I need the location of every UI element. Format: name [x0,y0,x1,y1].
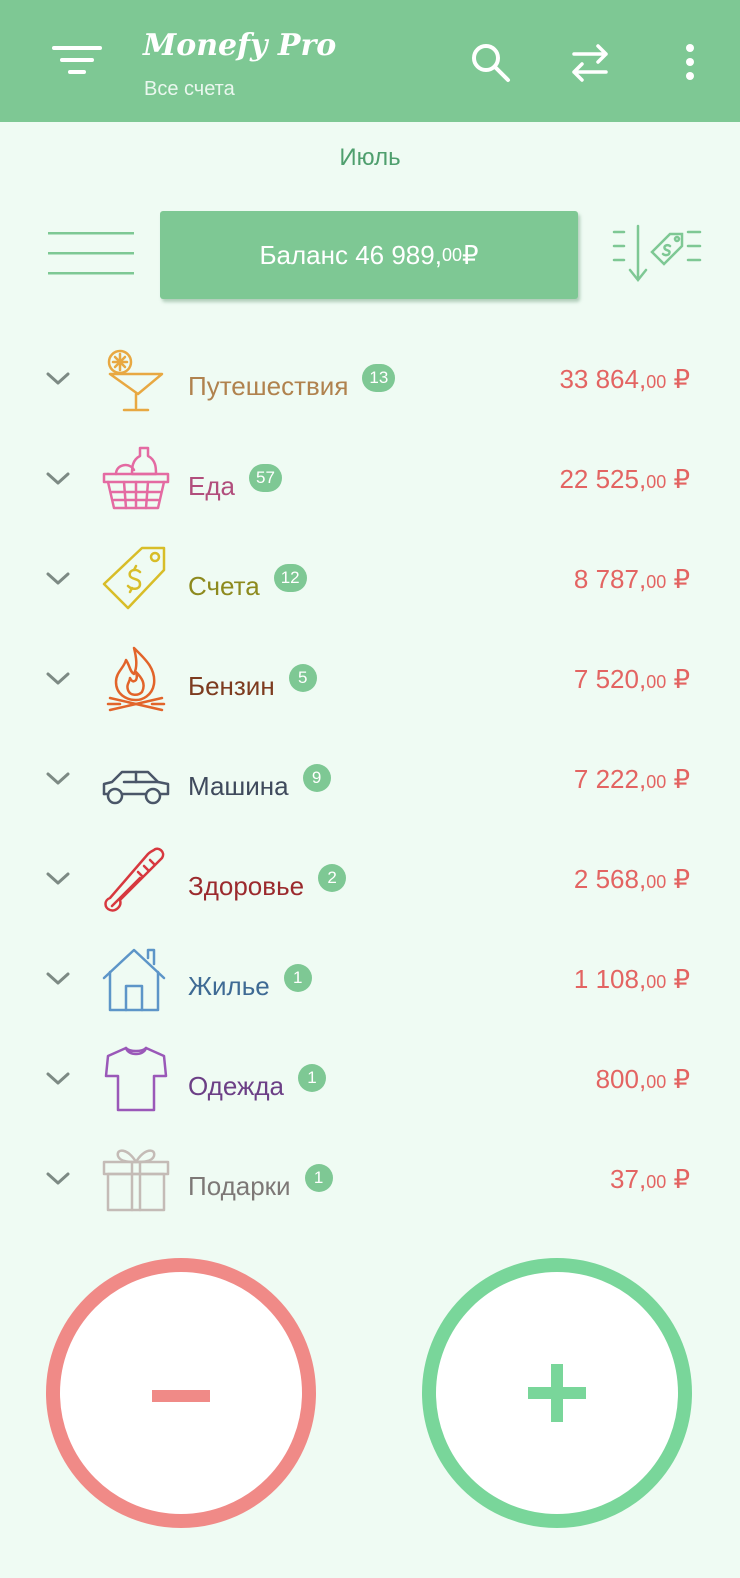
chevron-down-icon[interactable] [44,866,72,890]
house-icon [102,948,166,1012]
transaction-count-badge: 1 [283,964,312,992]
category-row-housing[interactable]: Жилье 1 1 108,00 ₽ [0,928,740,1028]
category-amount: 33 864,00 ₽ [559,364,690,394]
transaction-count-badge: 57 [248,464,282,492]
minus-icon [152,1390,210,1402]
price-tag-icon [102,546,166,610]
thermometer-icon [104,847,165,912]
category-row-health[interactable]: Здоровье 2 2 568,00 ₽ [0,828,740,928]
category-row-fuel[interactable]: Бензин 5 7 520,00 ₽ [0,628,740,728]
chevron-down-icon[interactable] [44,766,72,790]
category-amount: 7 222,00 ₽ [573,764,690,794]
balance-currency: ₽ [461,239,479,270]
gift-icon [102,1149,170,1212]
food-basket-icon [102,446,170,510]
balance-button[interactable]: Баланс 46 989, 00 ₽ [160,211,578,299]
transaction-count-badge: 1 [304,1164,333,1192]
category-name: Машина 9 [188,764,331,802]
search-icon[interactable] [466,38,514,86]
view-toggle-icon[interactable] [48,228,134,278]
category-amount: 8 787,00 ₽ [573,564,690,594]
filter-menu-icon[interactable] [50,40,106,80]
category-name: Еда 57 [188,464,282,502]
transaction-count-badge: 5 [288,664,317,692]
category-amount: 22 525,00 ₽ [559,464,690,494]
category-name: Жилье 1 [188,964,312,1002]
category-name: Подарки 1 [188,1164,333,1202]
period-label[interactable]: Июль [0,144,740,172]
sort-price-tag-icon[interactable] [612,222,702,286]
more-options-icon[interactable] [666,38,714,86]
app-bar: Monefy Pro Все счета [0,0,740,122]
category-row-food[interactable]: Еда 57 22 525,00 ₽ [0,428,740,528]
transaction-count-badge: 9 [302,764,331,792]
transaction-count-badge: 1 [298,1064,327,1092]
chevron-down-icon[interactable] [44,1066,72,1090]
chevron-down-icon[interactable] [44,466,72,490]
flame-icon [106,646,166,712]
category-name: Одежда 1 [188,1064,327,1102]
category-row-clothes[interactable]: Одежда 1 800,00 ₽ [0,1028,740,1128]
tshirt-icon [104,1046,168,1112]
category-amount: 800,00 ₽ [595,1064,690,1094]
cocktail-icon [107,349,164,412]
car-icon [102,770,170,805]
category-amount: 2 568,00 ₽ [573,864,690,894]
account-selector[interactable]: Все счета [144,78,235,101]
category-amount: 37,00 ₽ [610,1164,690,1194]
add-expense-button[interactable] [46,1258,316,1528]
category-amount: 7 520,00 ₽ [573,664,690,694]
balance-label: Баланс 46 989, [259,239,442,270]
chevron-down-icon[interactable] [44,666,72,690]
category-name: Счета 12 [188,564,307,602]
transfer-icon[interactable] [566,38,614,86]
transaction-count-badge: 2 [318,864,347,892]
chevron-down-icon[interactable] [44,566,72,590]
category-name: Бензин 5 [188,664,317,702]
app-title: Monefy Pro [143,28,337,63]
add-income-button[interactable] [422,1258,692,1528]
category-row-car[interactable]: Машина 9 7 222,00 ₽ [0,728,740,828]
category-name: Здоровье 2 [188,864,347,902]
chevron-down-icon[interactable] [44,366,72,390]
category-row-travel[interactable]: Путешествия 13 33 864,00 ₽ [0,328,740,428]
chevron-down-icon[interactable] [44,966,72,990]
transaction-count-badge: 13 [362,364,396,392]
balance-fraction: 00 [441,244,462,265]
category-name: Путешествия 13 [188,364,396,402]
chevron-down-icon[interactable] [44,1166,72,1190]
category-row-gifts[interactable]: Подарки 1 37,00 ₽ [0,1128,740,1228]
category-row-bills[interactable]: Счета 12 8 787,00 ₽ [0,528,740,628]
transaction-count-badge: 12 [273,564,307,592]
category-amount: 1 108,00 ₽ [573,964,690,994]
